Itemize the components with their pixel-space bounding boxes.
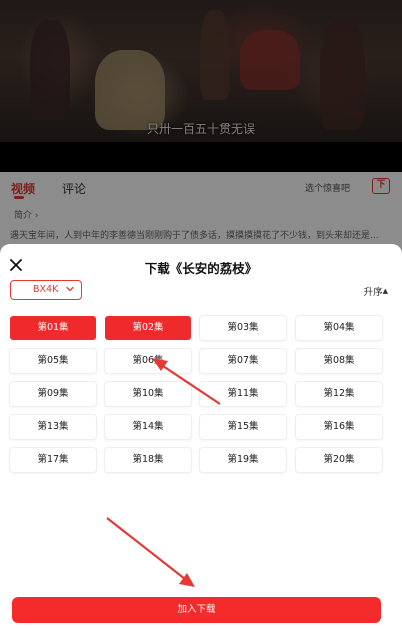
episode-item[interactable]: 第14集 bbox=[105, 415, 191, 439]
sort-up-icon: ▲ bbox=[382, 287, 388, 295]
sort-toggle[interactable]: 升序▲ bbox=[364, 284, 388, 298]
episode-item[interactable]: 第12集 bbox=[296, 382, 382, 406]
episode-item[interactable]: 第19集 bbox=[200, 448, 286, 472]
episode-item[interactable]: 第20集 bbox=[296, 448, 382, 472]
episode-item[interactable]: 第05集 bbox=[10, 349, 96, 373]
episode-item[interactable]: 第07集 bbox=[200, 349, 286, 373]
episode-item[interactable]: 第18集 bbox=[105, 448, 191, 472]
episode-item[interactable]: 第02集 bbox=[105, 316, 191, 340]
episode-item[interactable]: 第13集 bbox=[10, 415, 96, 439]
episode-item[interactable]: 第10集 bbox=[105, 382, 191, 406]
episode-item[interactable]: 第08集 bbox=[296, 349, 382, 373]
episode-item[interactable]: 第16集 bbox=[296, 415, 382, 439]
episode-item[interactable]: 第11集 bbox=[200, 382, 286, 406]
episode-item[interactable]: 第03集 bbox=[200, 316, 286, 340]
episode-item[interactable]: 第09集 bbox=[10, 382, 96, 406]
episode-item[interactable]: 第01集 bbox=[10, 316, 96, 340]
add-to-download-button[interactable]: 加入下载 bbox=[12, 597, 381, 623]
sheet-title: 下载《长安的荔枝》 bbox=[144, 261, 258, 276]
quality-value: BX4K bbox=[33, 284, 59, 295]
chevron-down-icon bbox=[66, 286, 74, 292]
sort-label: 升序 bbox=[363, 287, 383, 298]
download-sheet: 下载《长安的荔枝》 BX4K 升序▲ 第01集 第02集 第03集 第04集 第05集第… bbox=[0, 244, 402, 629]
quality-dropdown[interactable]: BX4K bbox=[10, 280, 82, 300]
episode-item[interactable]: 第04集 bbox=[296, 316, 382, 340]
episode-item[interactable]: 第17集 bbox=[10, 448, 96, 472]
episode-item[interactable]: 第15集 bbox=[200, 415, 286, 439]
episode-item[interactable]: 第06集 bbox=[105, 349, 191, 373]
